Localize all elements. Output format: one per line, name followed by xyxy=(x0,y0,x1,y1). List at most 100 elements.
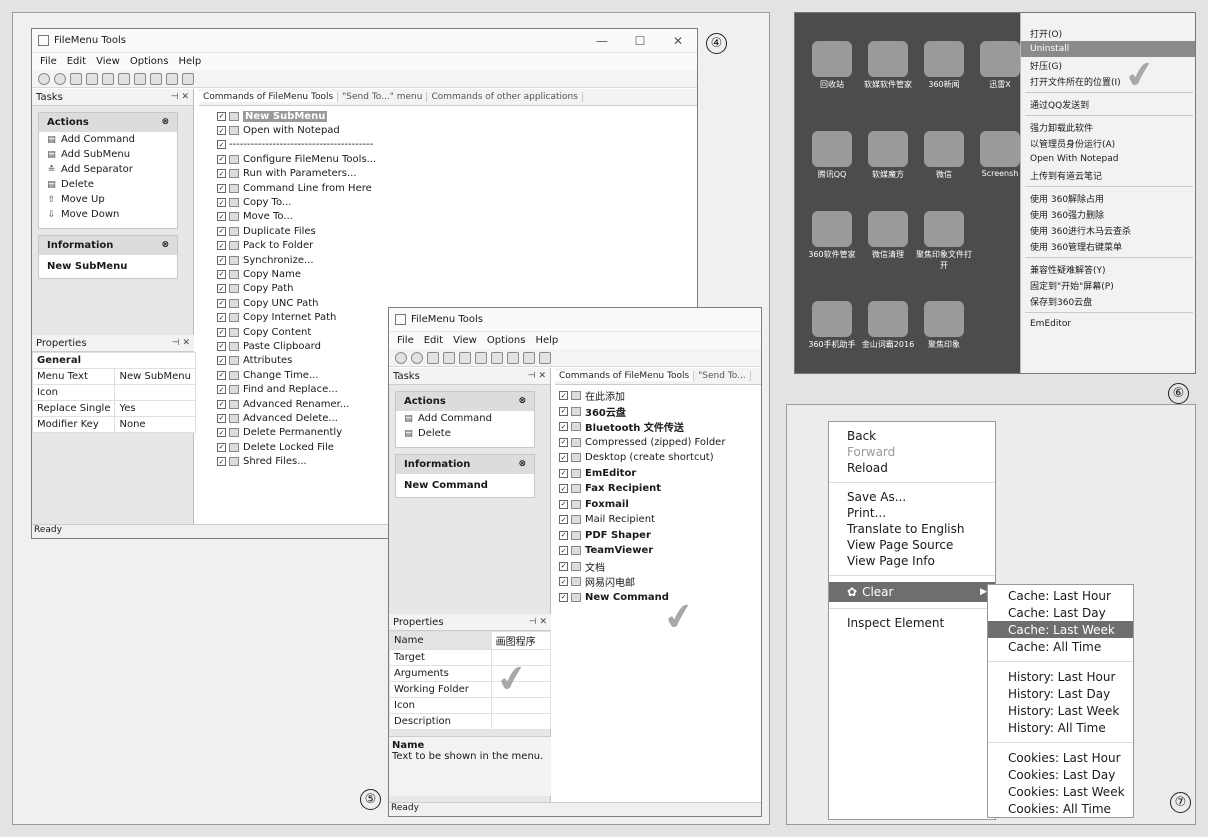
settings-icon[interactable] xyxy=(182,72,194,85)
cache-all-time[interactable]: Cache: All Time xyxy=(988,638,1133,655)
checkbox[interactable]: ✓ xyxy=(217,385,226,395)
menu-page-info[interactable]: View Page Info xyxy=(829,553,995,569)
delete-action[interactable]: ▤ Delete xyxy=(39,177,177,192)
checkbox[interactable]: ✓ xyxy=(217,198,226,208)
tree-item[interactable]: ✓ 网易闪电邮 xyxy=(559,574,761,590)
tree-item[interactable]: ✓ Compressed (zipped) Folder xyxy=(559,435,761,451)
tree-item[interactable]: ✓ Fax Recipient xyxy=(559,481,761,497)
menu-view-source[interactable]: View Page Source xyxy=(829,537,995,553)
apply-icon[interactable] xyxy=(395,351,407,364)
checkbox[interactable]: ✓ xyxy=(217,269,226,279)
properties-icon[interactable] xyxy=(523,351,535,364)
tree-item[interactable]: ✓ Copy Name xyxy=(217,267,697,281)
prop-row[interactable]: Icon xyxy=(389,697,552,714)
collapse-icon[interactable]: ⊗ xyxy=(518,396,526,407)
move-down-icon[interactable] xyxy=(507,351,519,364)
tree-item[interactable]: ✓ Run with Parameters... xyxy=(217,167,697,181)
menu-open-notepad[interactable]: Open With Notepad xyxy=(1021,151,1195,167)
history-last-hour[interactable]: History: Last Hour xyxy=(988,668,1133,685)
cookies-all-time[interactable]: Cookies: All Time xyxy=(988,800,1133,817)
checkbox[interactable]: ✓ xyxy=(559,453,568,463)
prop-row[interactable]: Replace Single Yes xyxy=(32,400,196,417)
collapse-icon[interactable]: ⊗ xyxy=(161,117,169,128)
tree-item[interactable]: ✓ Move To... xyxy=(217,210,697,224)
tree-item[interactable]: ✓ Copy Path xyxy=(217,282,697,296)
cache-last-hour[interactable]: Cache: Last Hour xyxy=(988,587,1133,604)
desktop-icon[interactable]: 微信 xyxy=(913,131,975,180)
menu-compat[interactable]: 兼容性疑难解答(Y) xyxy=(1021,261,1195,277)
checkbox[interactable]: ✓ xyxy=(217,284,226,294)
checkbox[interactable]: ✓ xyxy=(217,111,226,121)
menu-upload-youdao[interactable]: 上传到有道云笔记 xyxy=(1021,167,1195,183)
apply-icon[interactable] xyxy=(38,72,50,85)
checkbox[interactable]: ✓ xyxy=(559,577,568,587)
minimize-button[interactable]: — xyxy=(583,34,621,48)
checkbox[interactable]: ✓ xyxy=(217,413,226,423)
menu-save-as[interactable]: Save As... xyxy=(829,489,995,505)
pin-icon[interactable]: ⊣ ✕ xyxy=(529,617,547,627)
add-separator-icon[interactable] xyxy=(102,72,114,85)
checkbox[interactable]: ✓ xyxy=(559,561,568,571)
menu-clear[interactable]: ✿ Clear ▶ xyxy=(829,582,995,602)
desktop-icon[interactable]: 聚焦印象 xyxy=(913,301,975,350)
cache-last-day[interactable]: Cache: Last Day xyxy=(988,604,1133,621)
checkbox[interactable]: ✓ xyxy=(559,499,568,509)
tree-item[interactable]: ✓ Copy To... xyxy=(217,195,697,209)
checkbox[interactable]: ✓ xyxy=(217,255,226,265)
tree-item[interactable]: ✓ New SubMenu xyxy=(217,109,697,123)
tab-send-to[interactable]: "Send To... xyxy=(694,371,751,381)
menu-options[interactable]: Options xyxy=(487,335,526,346)
menu-reload[interactable]: Reload xyxy=(829,460,995,476)
tree-item[interactable]: ✓ Desktop (create shortcut) xyxy=(559,450,761,466)
menu-uninstall[interactable]: Uninstall xyxy=(1021,41,1195,57)
tree-item[interactable]: ✓ ---------------------------------------… xyxy=(217,138,697,152)
delete-icon[interactable] xyxy=(118,72,130,85)
checkbox[interactable]: ✓ xyxy=(217,399,226,409)
cache-last-week[interactable]: Cache: Last Week xyxy=(988,621,1133,638)
tab-send-to[interactable]: "Send To..." menu xyxy=(338,92,428,102)
desktop-icon[interactable]: 聚焦印象文件打开 xyxy=(913,211,975,271)
checkbox[interactable]: ✓ xyxy=(559,437,568,447)
pin-icon[interactable]: ⊣ ✕ xyxy=(528,371,546,381)
menu-emeditor[interactable]: EmEditor xyxy=(1021,316,1195,332)
prop-row[interactable]: Name 画图程序 xyxy=(389,631,552,650)
cookies-last-week[interactable]: Cookies: Last Week xyxy=(988,783,1133,800)
checkbox[interactable]: ✓ xyxy=(559,515,568,525)
desktop-icon[interactable]: 360软件管家 xyxy=(801,211,863,260)
history-last-day[interactable]: History: Last Day xyxy=(988,685,1133,702)
history-last-week[interactable]: History: Last Week xyxy=(988,702,1133,719)
menu-360-unlock[interactable]: 使用 360解除占用 xyxy=(1021,190,1195,206)
menu-file[interactable]: File xyxy=(40,56,57,67)
tree-item[interactable]: ✓ PDF Shaper xyxy=(559,528,761,544)
add-separator-icon[interactable] xyxy=(459,351,471,364)
settings-icon[interactable] xyxy=(539,351,551,364)
history-all-time[interactable]: History: All Time xyxy=(988,719,1133,736)
menu-help[interactable]: Help xyxy=(535,335,558,346)
pin-icon[interactable]: ⊣ ✕ xyxy=(172,338,190,348)
menu-inspect[interactable]: Inspect Element xyxy=(829,615,995,631)
checkbox[interactable]: ✓ xyxy=(559,530,568,540)
properties-icon[interactable] xyxy=(166,72,178,85)
menu-360-manage[interactable]: 使用 360管理右键菜单 xyxy=(1021,238,1195,254)
checkbox[interactable]: ✓ xyxy=(217,457,226,467)
tree-item[interactable]: ✓ Command Line from Here xyxy=(217,181,697,195)
tree-item[interactable]: ✓ Configure FileMenu Tools... xyxy=(217,152,697,166)
checkbox[interactable]: ✓ xyxy=(217,327,226,337)
menu-open[interactable]: 打开(O) xyxy=(1021,25,1195,41)
prop-row[interactable]: Description xyxy=(389,713,552,730)
menu-pin-start[interactable]: 固定到"开始"屏幕(P) xyxy=(1021,277,1195,293)
checkbox[interactable]: ✓ xyxy=(217,212,226,222)
checkbox[interactable]: ✓ xyxy=(217,442,226,452)
desktop-icon[interactable]: 微信清理 xyxy=(857,211,919,260)
checkbox[interactable]: ✓ xyxy=(217,226,226,236)
move-down-icon[interactable] xyxy=(150,72,162,85)
tree-item[interactable]: ✓ TeamViewer xyxy=(559,543,761,559)
checkbox[interactable]: ✓ xyxy=(559,468,568,478)
checkbox[interactable]: ✓ xyxy=(217,241,226,251)
checkbox[interactable]: ✓ xyxy=(217,341,226,351)
tree-item[interactable]: ✓ 文档 xyxy=(559,559,761,575)
add-submenu-icon[interactable] xyxy=(443,351,455,364)
move-up-action[interactable]: ⇧ Move Up xyxy=(39,192,177,207)
prop-row[interactable]: Menu Text New SubMenu xyxy=(32,368,196,385)
menu-send-qq[interactable]: 通过QQ发送到 xyxy=(1021,96,1195,112)
